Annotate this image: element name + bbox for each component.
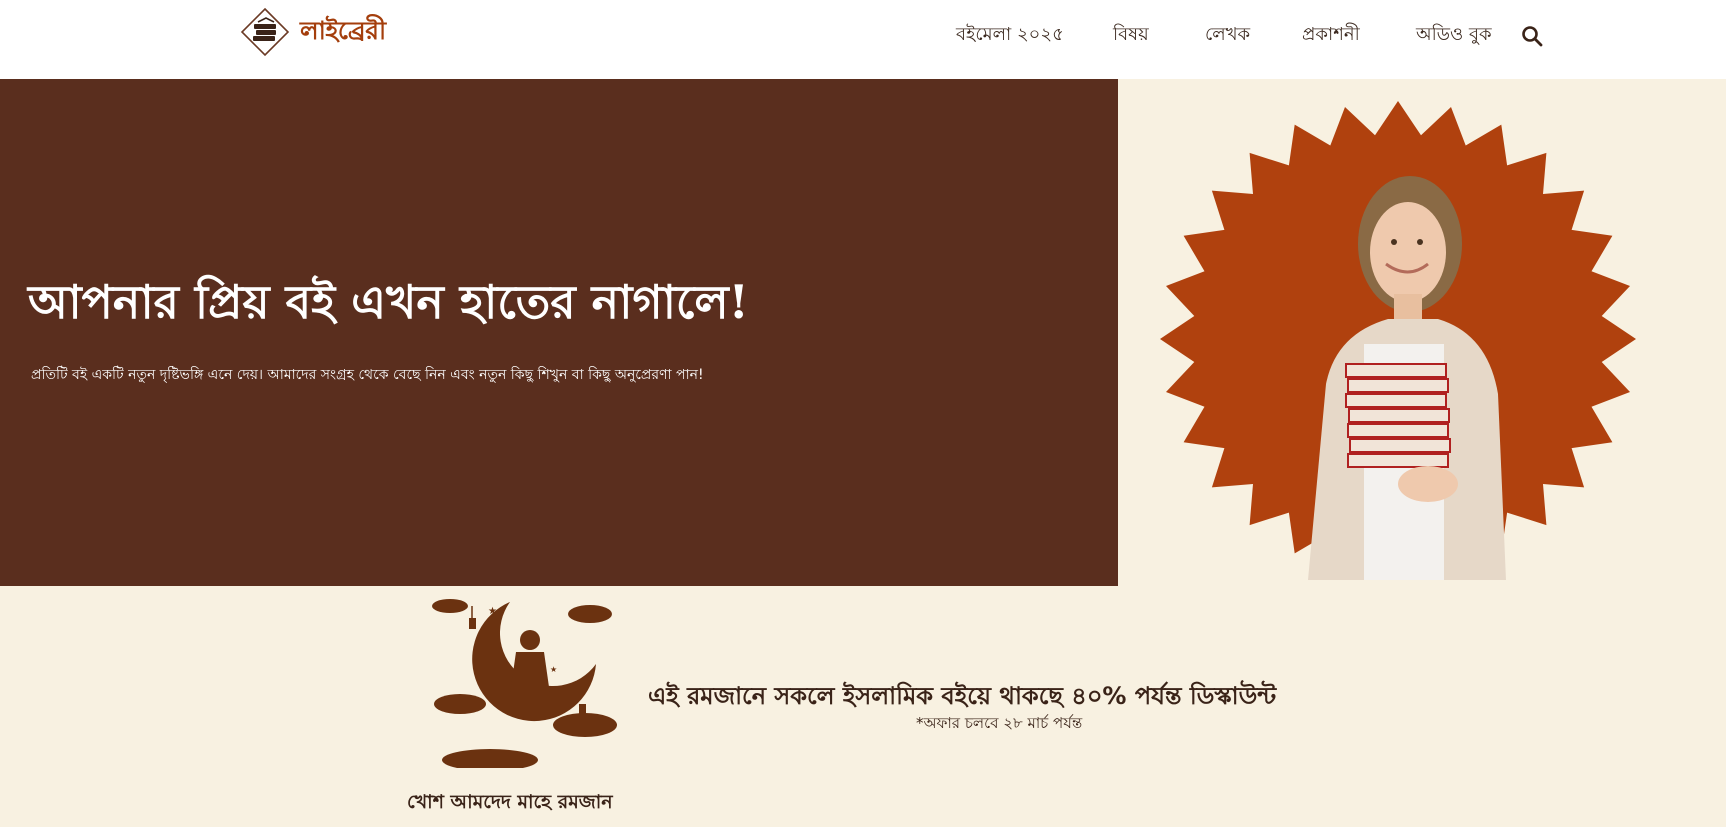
nav-boimela[interactable]: বইমেলা ২০২৫ [956,18,1064,52]
offer-deadline-note: *অফার চলবে ২৮ মার্চ পর্যন্ত [916,714,1083,732]
ramadan-greeting: খোশ আমদেদ মাহে রমজান [407,791,613,813]
search-icon [1522,26,1543,47]
nav-publisher[interactable]: প্রকাশনী [1302,18,1360,52]
nav-audiobook[interactable]: অডিও বুক [1416,18,1492,52]
svg-text:★: ★ [488,606,497,617]
svg-text:★: ★ [550,665,557,674]
ramadan-moon-illustration: ★ ★ [432,599,617,768]
hero-title: আপনার প্রিয় বই এখন হাতের নাগালে! [28,275,749,329]
hero-image-panel [1118,79,1726,586]
hero-subtitle: প্রতিটি বই একটি নতুন দৃষ্টিভঙ্গি এনে দেয… [31,367,704,383]
site-header: লাইব্রেরী বইমেলা ২০২৫ বিষয় লেখক প্রকাশন… [0,0,1726,79]
hero-banner: আপনার প্রিয় বই এখন হাতের নাগালে! প্রতিট… [0,79,1118,586]
nav-subject[interactable]: বিষয় [1113,18,1149,52]
nav-author[interactable]: লেখক [1205,18,1250,52]
ramadan-offer-banner: ★ ★ খোশ আমদেদ মাহে রমজান এই রমজানে সকলে … [0,586,1726,827]
woman-holding-books-image [1160,101,1636,580]
main-nav: বইমেলা ২০২৫ বিষয় লেখক প্রকাশনী অডিও বুক [0,18,1726,52]
search-button[interactable] [1520,24,1544,48]
